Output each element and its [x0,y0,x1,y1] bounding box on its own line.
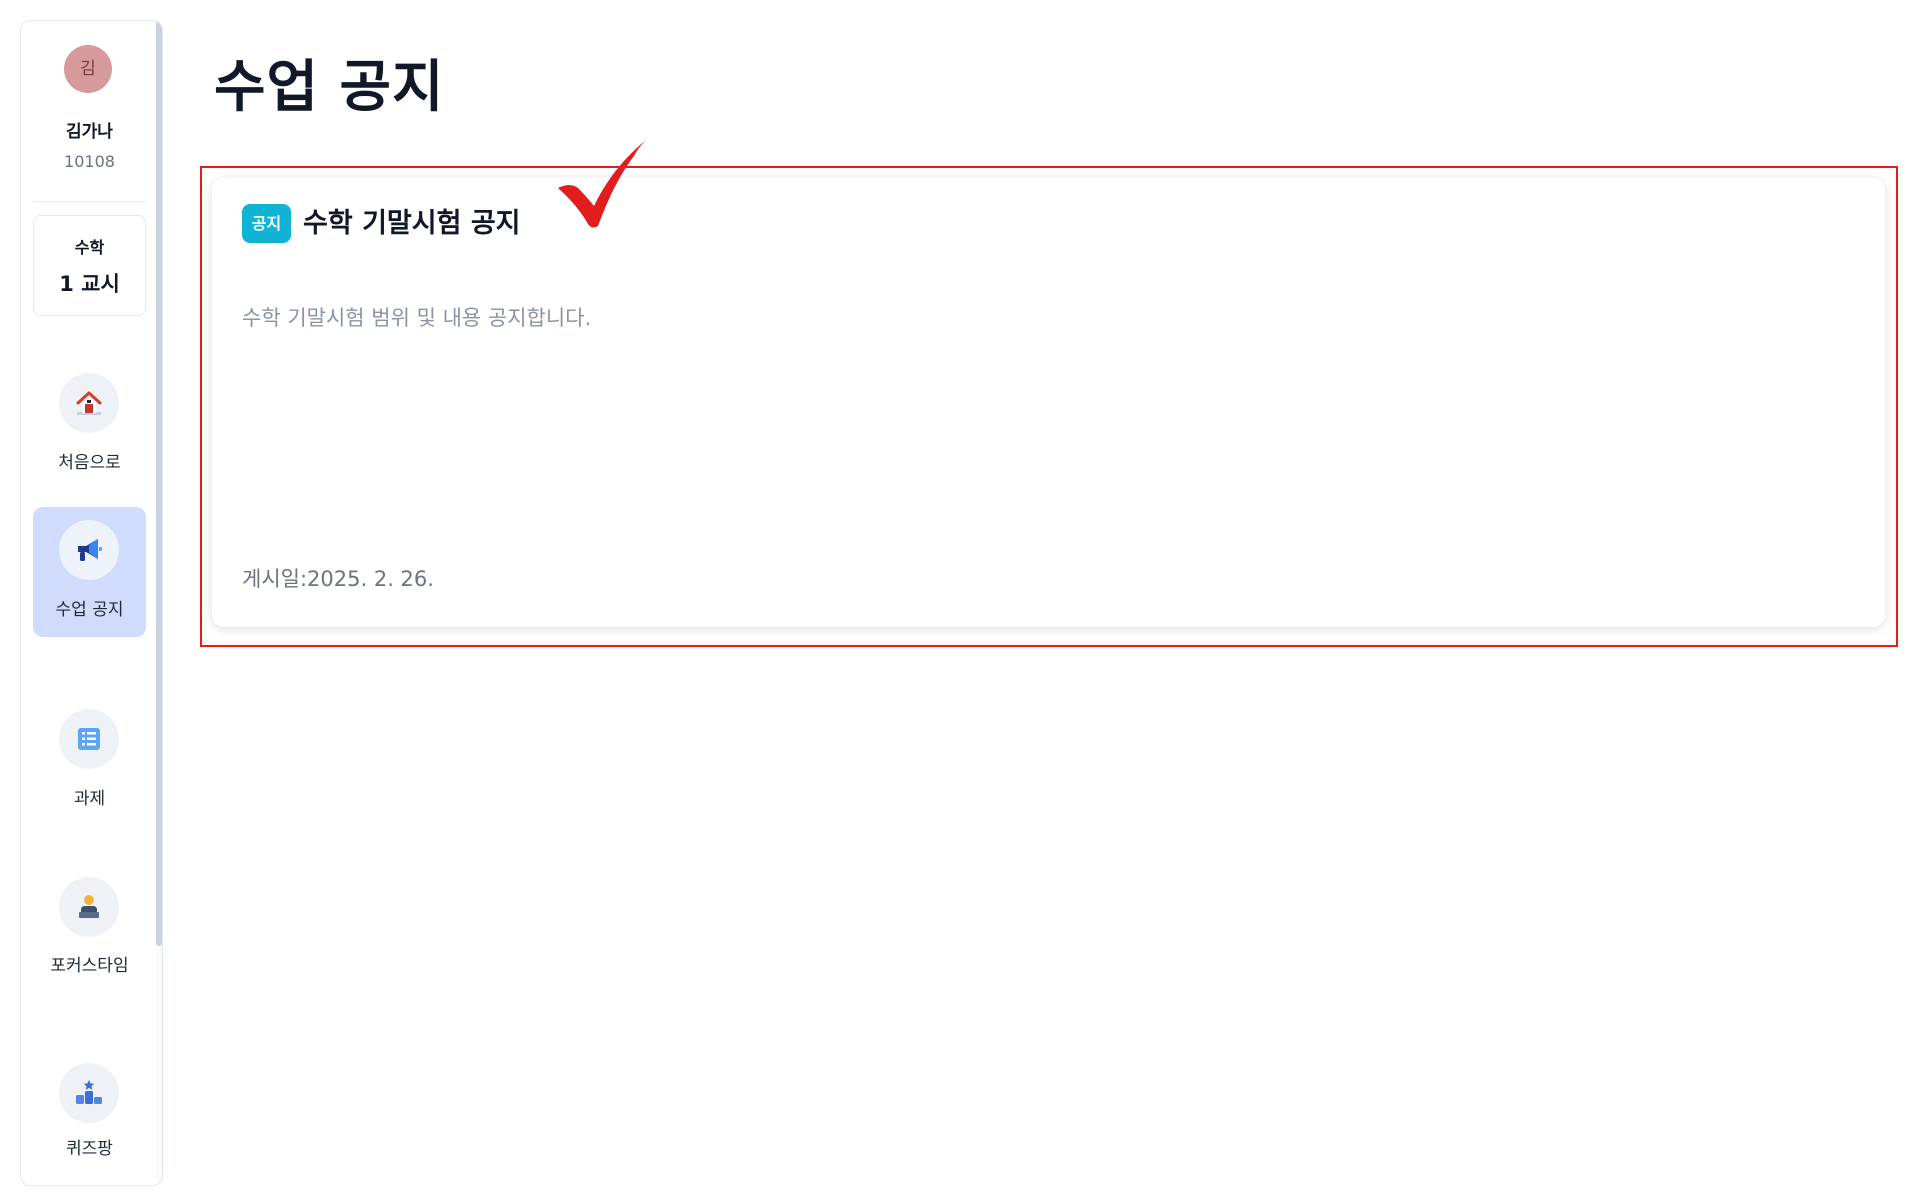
home-icon [59,373,119,433]
nav-item-focus-time[interactable]: 포커스타임 [33,857,146,1017]
nav-label-quiz: 퀴즈팡 [66,1139,113,1159]
sidebar: 김 김가나 10108 수학 1 교시 처음으로 수업 공지 과제 포커스타임 … [20,20,163,1186]
page-title: 수업 공지 [214,55,445,120]
notice-body: 수학 기말시험 범위 및 내용 공지합니다. [242,306,592,330]
nav-label-assignments: 과제 [73,789,106,809]
list-icon [59,709,119,769]
profile-section: 김 김가나 10108 [21,21,158,201]
check-mark-icon [558,140,646,228]
focus-person-icon [59,877,119,937]
nav-item-quiz[interactable]: 퀴즈팡 [33,1045,146,1185]
nav-item-assignments[interactable]: 과제 [33,687,146,827]
avatar: 김 [64,45,112,93]
notice-title[interactable]: 수학 기말시험 공지 [303,204,521,243]
student-id: 10108 [64,152,115,171]
nav-item-home[interactable]: 처음으로 [33,351,146,491]
nav-item-class-notice[interactable]: 수업 공지 [33,507,146,637]
notice-card[interactable]: 공지 수학 기말시험 공지 수학 기말시험 범위 및 내용 공지합니다. 게시일… [212,178,1885,627]
nav-label-class-notice: 수업 공지 [55,600,124,620]
profile-name: 김가나 [66,122,113,142]
nav-label-focus-time: 포커스타임 [50,956,129,976]
nav-label-home: 처음으로 [58,453,121,473]
podium-icon [59,1063,119,1123]
profile-divider [33,201,146,202]
class-info-box: 수학 1 교시 [33,215,146,316]
notice-date: 게시일:2025. 2. 26. [242,567,434,591]
class-period: 1 교시 [59,272,120,296]
class-subject: 수학 [74,238,105,257]
megaphone-icon [59,520,119,580]
notice-badge: 공지 [242,204,291,243]
